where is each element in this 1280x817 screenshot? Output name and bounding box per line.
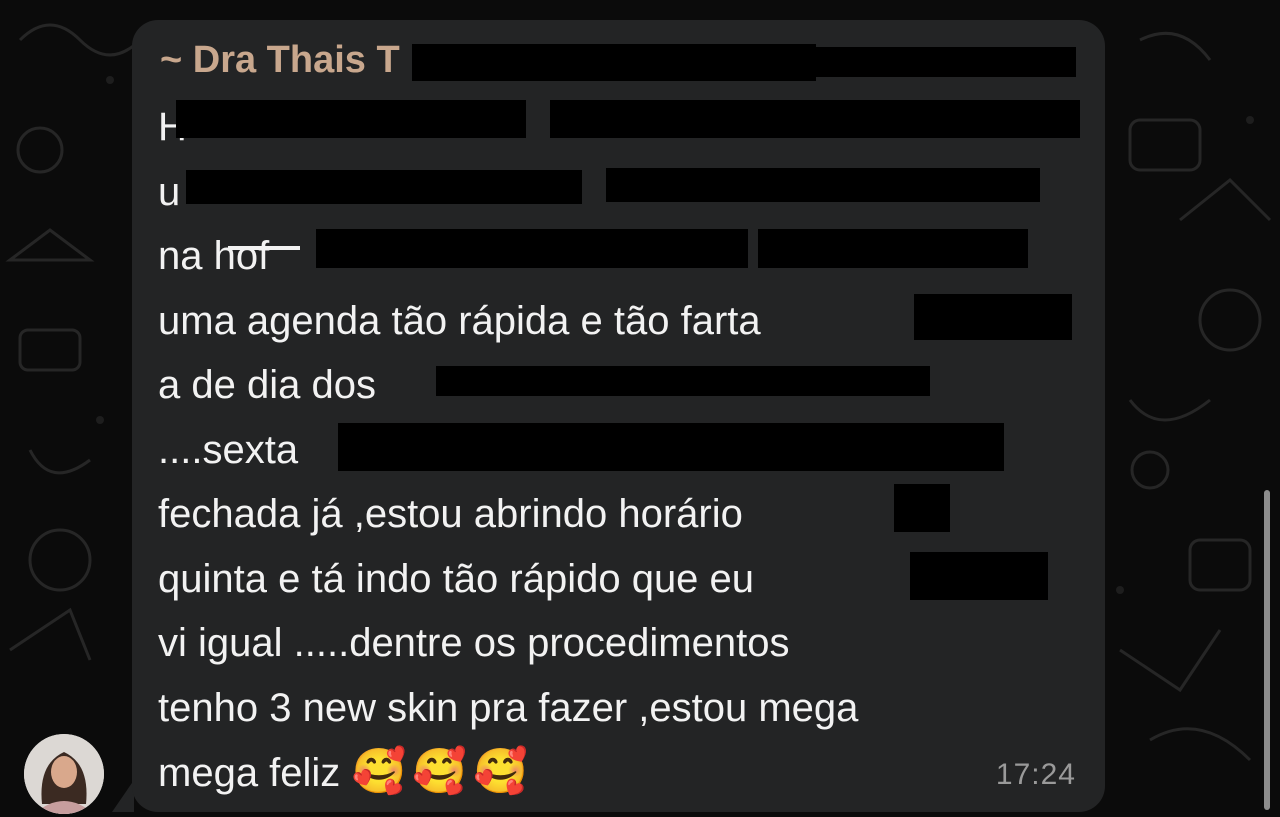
avatar[interactable]	[24, 734, 104, 814]
message-line: u	[158, 160, 1098, 225]
message-line: vi igual .....dentre os procedimentos	[158, 621, 790, 665]
avatar-photo-icon	[24, 734, 104, 814]
redaction-bar	[606, 167, 1040, 202]
redaction-bar	[894, 484, 950, 532]
redaction-bar	[914, 293, 1072, 340]
sender-name[interactable]: ~ Dra Thais T	[160, 38, 400, 82]
redaction-bar	[550, 100, 1080, 138]
strikethrough-mark	[228, 246, 300, 250]
redaction-bar	[186, 169, 582, 204]
message-line: H	[158, 95, 1098, 160]
redaction-bar	[176, 100, 526, 138]
message-line: a de dia dos	[158, 353, 1098, 418]
redaction-bar	[910, 551, 1048, 600]
message-text: H u na hof uma agenda tão rápida e tão f…	[158, 95, 1098, 805]
message-timestamp: 17:24	[995, 758, 1076, 791]
redaction-bar	[316, 229, 748, 268]
message-line: na hof	[158, 224, 1098, 289]
redaction-bar	[412, 44, 816, 81]
message-line: mega feliz 🥰🥰🥰	[158, 747, 534, 796]
message-line: fechada já ,estou abrindo horário	[158, 482, 1098, 547]
redaction-bar	[816, 47, 1076, 77]
redaction-bar	[436, 366, 930, 396]
message-line: uma agenda tão rápida e tão farta	[158, 289, 1098, 354]
message-line: ....sexta	[158, 418, 1098, 483]
bubble-tail	[112, 780, 134, 812]
scrollbar[interactable]	[1264, 490, 1270, 810]
message-line: quinta e tá indo tão rápido que eu	[158, 547, 1098, 612]
redaction-bar	[758, 229, 1028, 268]
redaction-bar	[338, 422, 1004, 471]
message-line: tenho 3 new skin pra fazer ,estou mega	[158, 685, 859, 730]
smiling-face-with-hearts-icon: 🥰🥰🥰	[351, 747, 534, 796]
sender-name-label: ~ Dra Thais T	[160, 39, 400, 81]
